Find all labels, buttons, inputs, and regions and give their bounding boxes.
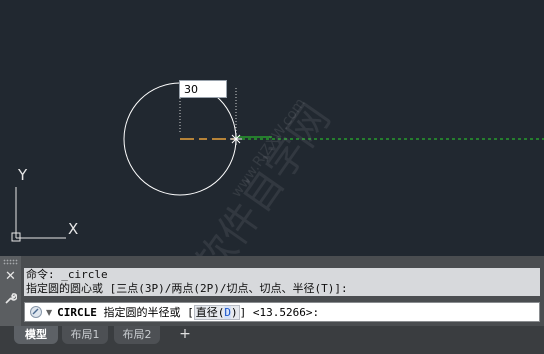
history-line: 命令: _circle [26, 268, 108, 281]
ucs-icon [11, 187, 66, 242]
command-line-panel: ✕ 命令: _circle 指定圆的圆心或 [三点(3P)/两点(2P)/切点、… [0, 256, 544, 326]
dynamic-input-field[interactable]: 30 [179, 80, 227, 98]
ucs-y-label: Y [18, 166, 28, 184]
tab-layout1[interactable]: 布局1 [62, 326, 108, 344]
command-input[interactable]: ▼ CIRCLE 指定圆的半径或 [直径(D)] <13.5266>: [24, 302, 540, 322]
layout-tab-bar: 模型 布局1 布局2 + [0, 326, 544, 354]
command-history: 命令: _circle 指定圆的圆心或 [三点(3P)/两点(2P)/切点、切点… [24, 268, 540, 296]
crosshair-cursor [230, 133, 242, 145]
chevron-down-icon[interactable]: ▼ [46, 308, 52, 317]
tab-model[interactable]: 模型 [14, 326, 58, 344]
ucs-x-label: X [68, 220, 79, 238]
close-icon[interactable]: ✕ [3, 269, 18, 284]
command-icon[interactable] [29, 305, 43, 319]
command-panel-strip: ✕ [0, 256, 21, 326]
drawing-canvas[interactable]: 30 Y X 软件自学网 www.RJZXW.com [0, 0, 544, 286]
tab-layout2[interactable]: 布局2 [114, 326, 160, 344]
wrench-icon[interactable] [3, 292, 18, 307]
command-prompt: CIRCLE 指定圆的半径或 [直径(D)] <13.5266>: [57, 304, 319, 320]
panel-grip[interactable] [3, 259, 18, 265]
prompt-default: <13.5266>: [252, 306, 320, 319]
prompt-text: 指定圆的半径或 [103, 306, 181, 319]
prompt-bracket-close: ] [239, 306, 247, 319]
prompt-bracket-open: [ [187, 306, 194, 319]
add-layout-button[interactable]: + [176, 326, 194, 344]
option-diameter[interactable]: 直径(D) [193, 305, 240, 320]
history-line: 指定圆的圆心或 [三点(3P)/两点(2P)/切点、切点、半径(T)]: [26, 282, 348, 295]
prompt-command: CIRCLE [57, 306, 97, 319]
